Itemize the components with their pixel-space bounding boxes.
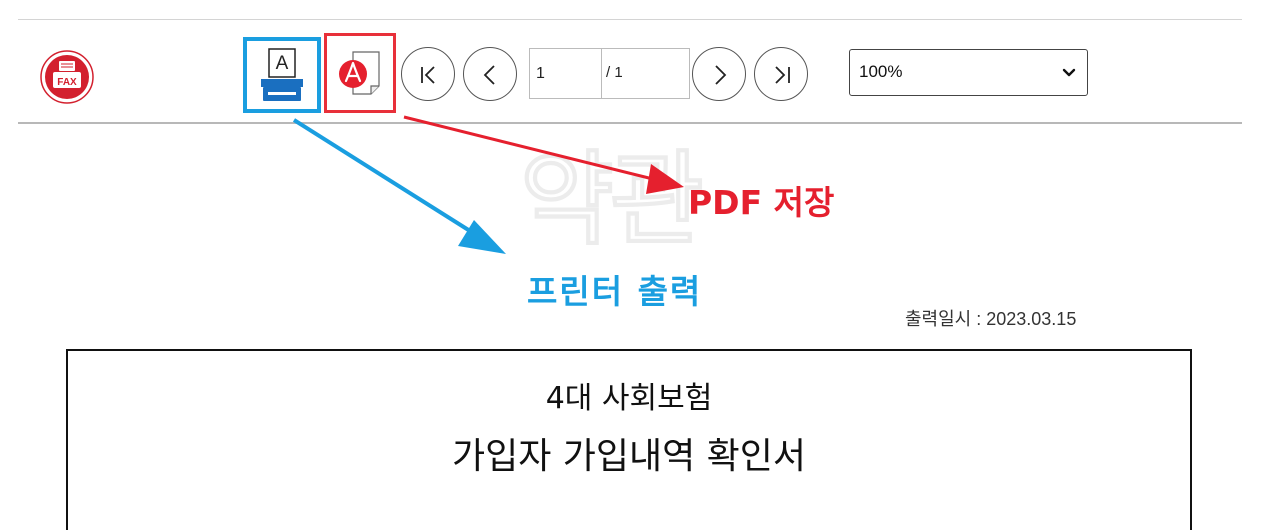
pdf-save-annotation: PDF 저장 [688, 183, 835, 222]
pdf-arrow-line [403, 115, 658, 182]
print-output-annotation: 프린터 출력 [527, 272, 703, 311]
pdf-arrow-head [646, 164, 684, 194]
print-arrow-line [292, 118, 480, 238]
document-title-line-1: 4대 사회보험 [545, 381, 713, 416]
document-frame: 4대 사회보험 가입자 가입내역 확인서 [66, 349, 1192, 530]
report-viewer: FAX A / 1 [0, 0, 1272, 530]
output-date: 출력일시 : 2023.03.15 [905, 309, 1077, 329]
print-arrow-head [458, 220, 506, 254]
document-title-line-2: 가입자 가입내역 확인서 [451, 436, 807, 477]
